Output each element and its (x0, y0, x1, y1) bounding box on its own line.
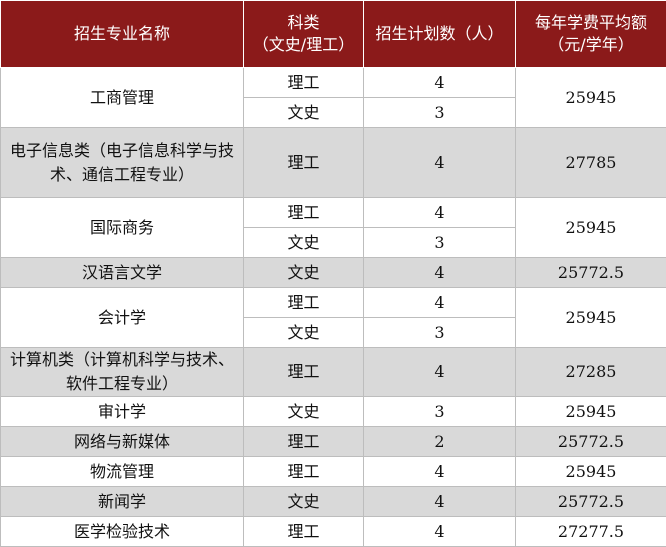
category-cell: 文史 (244, 228, 364, 258)
category-cell: 文史 (244, 397, 364, 427)
count-cell: 3 (364, 98, 516, 128)
header-category: 科类 （文史/理工） (244, 1, 364, 68)
major-cell: 国际商务 (1, 198, 244, 258)
major-cell: 物流管理 (1, 457, 244, 487)
table-row: 电子信息类（电子信息科学与技术、通信工程专业） 理工 4 27785 (1, 128, 666, 198)
category-cell: 文史 (244, 318, 364, 348)
major-cell: 审计学 (1, 397, 244, 427)
fee-cell: 25945 (516, 397, 666, 427)
table-row: 计算机类（计算机科学与技术、软件工程专业） 理工 4 27285 (1, 348, 666, 397)
count-cell: 4 (364, 457, 516, 487)
fee-cell: 25945 (516, 288, 666, 348)
count-cell: 4 (364, 288, 516, 318)
major-cell: 会计学 (1, 288, 244, 348)
count-cell: 3 (364, 318, 516, 348)
count-cell: 4 (364, 128, 516, 198)
fee-cell: 27785 (516, 128, 666, 198)
header-plan-count: 招生计划数（人） (364, 1, 516, 68)
major-cell: 电子信息类（电子信息科学与技术、通信工程专业） (1, 128, 244, 198)
major-cell: 新闻学 (1, 487, 244, 517)
header-category-title: 科类 (248, 12, 359, 34)
category-cell: 理工 (244, 348, 364, 397)
table-row: 会计学 理工 4 25945 (1, 288, 666, 318)
header-row: 招生专业名称 科类 （文史/理工） 招生计划数（人） 每年学费平均额 （元/学年… (1, 1, 666, 68)
category-cell: 文史 (244, 487, 364, 517)
table-row: 医学检验技术 理工 4 27277.5 (1, 517, 666, 547)
count-cell: 2 (364, 427, 516, 457)
fee-cell: 25945 (516, 198, 666, 258)
category-cell: 理工 (244, 128, 364, 198)
fee-cell: 25772.5 (516, 258, 666, 288)
header-fee-sub: （元/学年） (520, 34, 662, 56)
admissions-table: 招生专业名称 科类 （文史/理工） 招生计划数（人） 每年学费平均额 （元/学年… (0, 0, 666, 547)
category-cell: 理工 (244, 517, 364, 547)
count-cell: 4 (364, 68, 516, 98)
table-row: 工商管理 理工 4 25945 (1, 68, 666, 98)
category-cell: 文史 (244, 258, 364, 288)
table-row: 新闻学 文史 4 25772.5 (1, 487, 666, 517)
count-cell: 3 (364, 397, 516, 427)
major-cell: 计算机类（计算机科学与技术、软件工程专业） (1, 348, 244, 397)
header-fee-title: 每年学费平均额 (520, 12, 662, 34)
category-cell: 理工 (244, 427, 364, 457)
fee-cell: 27285 (516, 348, 666, 397)
major-cell: 医学检验技术 (1, 517, 244, 547)
category-cell: 理工 (244, 198, 364, 228)
count-cell: 3 (364, 228, 516, 258)
header-category-sub: （文史/理工） (248, 34, 359, 56)
count-cell: 4 (364, 348, 516, 397)
fee-cell: 25945 (516, 68, 666, 128)
table-row: 物流管理 理工 4 25945 (1, 457, 666, 487)
major-cell: 网络与新媒体 (1, 427, 244, 457)
count-cell: 4 (364, 258, 516, 288)
fee-cell: 25772.5 (516, 487, 666, 517)
count-cell: 4 (364, 487, 516, 517)
category-cell: 理工 (244, 68, 364, 98)
major-cell: 工商管理 (1, 68, 244, 128)
header-major: 招生专业名称 (1, 1, 244, 68)
table-row: 国际商务 理工 4 25945 (1, 198, 666, 228)
category-cell: 文史 (244, 98, 364, 128)
fee-cell: 27277.5 (516, 517, 666, 547)
major-cell: 汉语言文学 (1, 258, 244, 288)
count-cell: 4 (364, 517, 516, 547)
fee-cell: 25772.5 (516, 427, 666, 457)
count-cell: 4 (364, 198, 516, 228)
header-fee: 每年学费平均额 （元/学年） (516, 1, 666, 68)
table-row: 汉语言文学 文史 4 25772.5 (1, 258, 666, 288)
table-row: 网络与新媒体 理工 2 25772.5 (1, 427, 666, 457)
table-row: 审计学 文史 3 25945 (1, 397, 666, 427)
category-cell: 理工 (244, 288, 364, 318)
category-cell: 理工 (244, 457, 364, 487)
fee-cell: 25945 (516, 457, 666, 487)
